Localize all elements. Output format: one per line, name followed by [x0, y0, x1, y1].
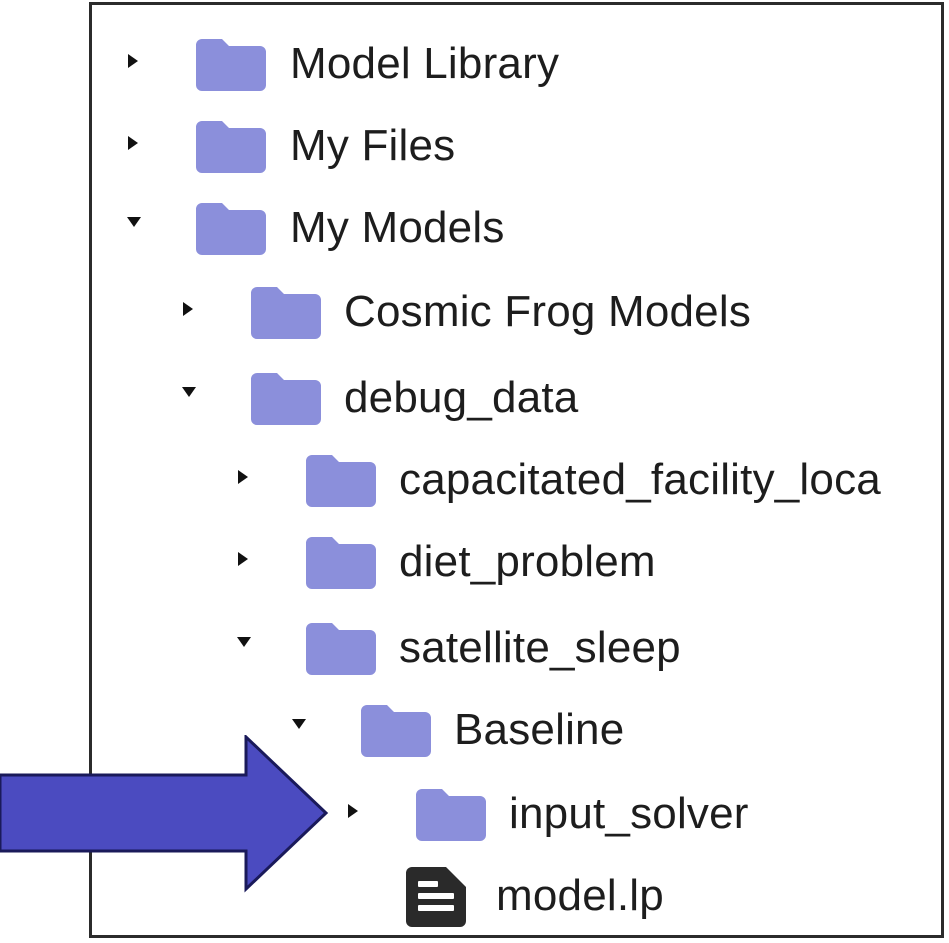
tree-item-diet-problem[interactable]: diet_problem — [92, 521, 941, 603]
folder-icon — [196, 39, 266, 91]
caret-right-icon[interactable] — [236, 439, 260, 521]
folder-icon — [196, 121, 266, 173]
caret-right-icon[interactable] — [126, 105, 150, 187]
tree-item-debug-data[interactable]: debug_data — [92, 357, 941, 439]
tree-item-label: Model Library — [290, 39, 560, 88]
caret-right-icon[interactable] — [181, 271, 205, 353]
caret-down-icon[interactable] — [124, 187, 148, 269]
folder-icon — [416, 789, 486, 841]
tree-item-cosmic-frog-models[interactable]: Cosmic Frog Models — [92, 271, 941, 353]
folder-icon — [251, 373, 321, 425]
folder-icon — [251, 287, 321, 339]
caret-right-icon[interactable] — [346, 773, 370, 855]
caret-down-icon[interactable] — [179, 357, 203, 439]
folder-icon — [306, 537, 376, 589]
caret-right-icon[interactable] — [126, 23, 150, 105]
tree-item-label: diet_problem — [399, 537, 656, 586]
tree-item-label: My Files — [290, 121, 456, 170]
tree-item-label: Cosmic Frog Models — [344, 287, 752, 336]
tree-item-label: My Models — [290, 203, 505, 252]
tree-item-label: Baseline — [454, 705, 625, 754]
file-document-icon — [404, 867, 468, 927]
folder-icon — [361, 705, 431, 757]
tree-item-label: model.lp — [496, 871, 664, 920]
folder-icon — [306, 623, 376, 675]
tree-item-label: satellite_sleep — [399, 623, 681, 672]
caret-down-icon[interactable] — [234, 607, 258, 689]
tree-item-satellite-sleep[interactable]: satellite_sleep — [92, 607, 941, 689]
callout-arrow-icon — [0, 733, 330, 895]
caret-right-icon[interactable] — [236, 521, 260, 603]
tree-item-label: input_solver — [509, 789, 749, 838]
tree-item-label: debug_data — [344, 373, 579, 422]
tree-item-my-models[interactable]: My Models — [92, 187, 941, 269]
tree-item-my-files[interactable]: My Files — [92, 105, 941, 187]
tree-item-label: capacitated_facility_loca — [399, 455, 881, 504]
folder-icon — [196, 203, 266, 255]
folder-icon — [306, 455, 376, 507]
tree-item-capacitated-facility-location[interactable]: capacitated_facility_loca — [92, 439, 941, 521]
tree-item-model-library[interactable]: Model Library — [92, 23, 941, 105]
